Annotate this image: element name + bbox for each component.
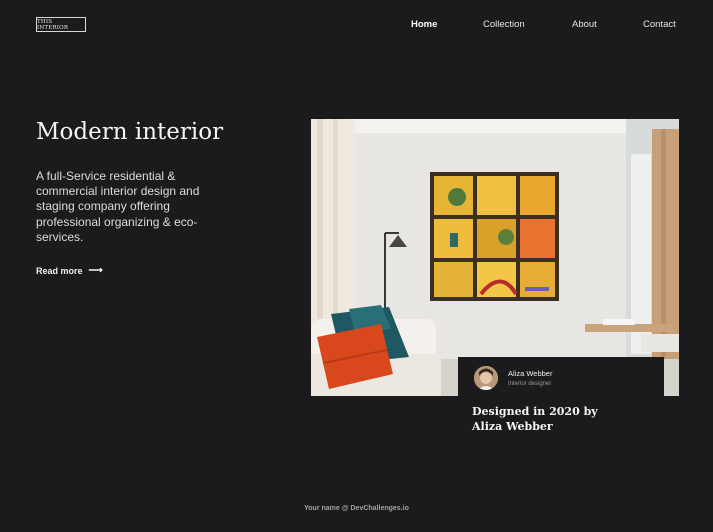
designer-role: Interior designer — [508, 381, 552, 387]
designed-by-line-2: Aliza Webber — [472, 420, 553, 433]
avatar — [474, 366, 498, 390]
designer-card: Aliza Webber Interior designer Designed … — [458, 357, 664, 441]
hero-photo — [311, 119, 679, 396]
hero-description: A full-Service residential & commercial … — [36, 169, 200, 244]
read-more-label: Read more — [36, 265, 83, 276]
logo[interactable]: THIS INTERIOR — [36, 17, 86, 32]
read-more-link[interactable]: Read more ⟶ — [36, 265, 103, 276]
designed-by-line-1: Designed in 2020 by — [472, 405, 598, 418]
designed-by-text: Designed in 2020 by Aliza Webber — [472, 404, 622, 434]
hero-title: Modern interior — [36, 119, 224, 145]
nav-link-contact[interactable]: Contact — [643, 19, 676, 30]
footer-credit: Your name @ DevChallenges.io — [304, 505, 409, 512]
nav-link-home[interactable]: Home — [411, 19, 437, 30]
nav-link-collection[interactable]: Collection — [483, 19, 525, 30]
designer-name: Aliza Webber — [508, 369, 553, 378]
arrow-right-icon: ⟶ — [88, 265, 103, 276]
nav-link-about[interactable]: About — [572, 19, 597, 30]
